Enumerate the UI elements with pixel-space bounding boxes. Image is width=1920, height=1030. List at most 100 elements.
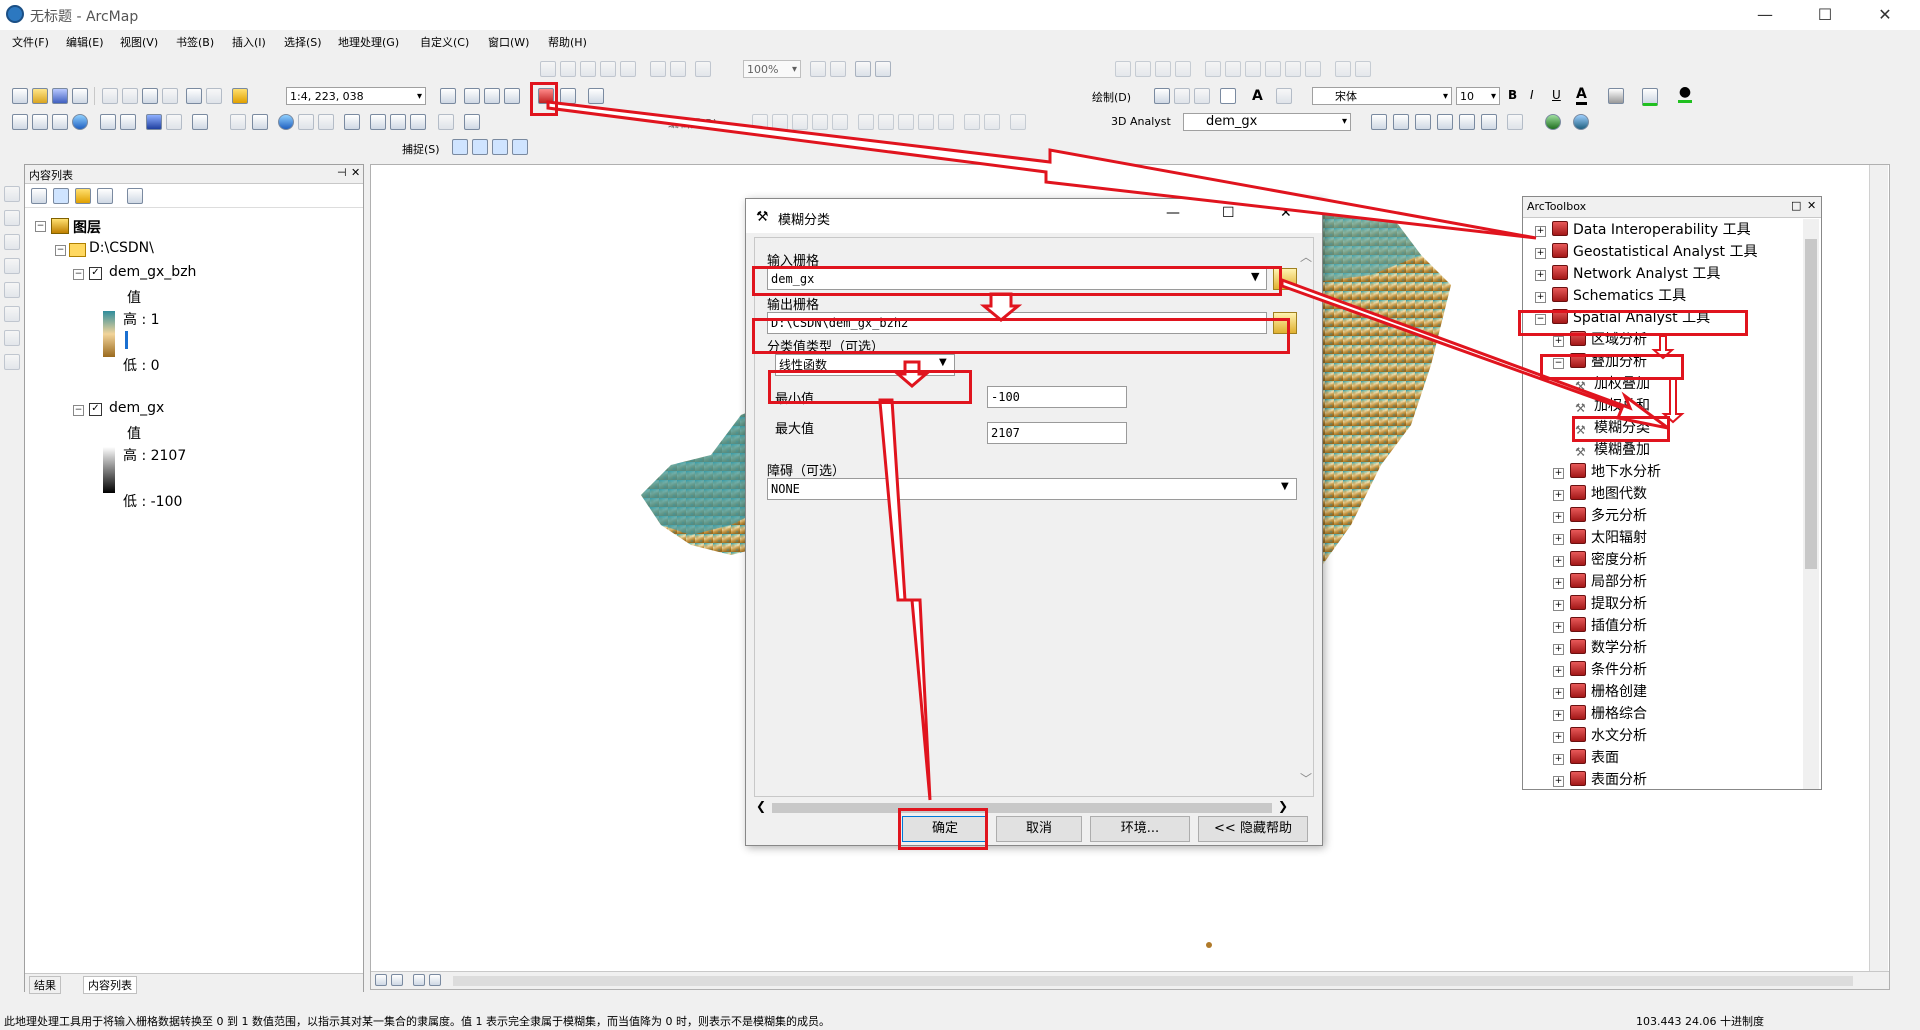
- undo-icon[interactable]: [186, 88, 202, 104]
- hedge-chevron-icon[interactable]: ▼: [1281, 481, 1289, 492]
- toolbox-item[interactable]: + Geostatistical Analyst 工具: [1535, 241, 1758, 263]
- expander-icon[interactable]: +: [1553, 490, 1564, 501]
- results-strip-icon[interactable]: [4, 282, 20, 298]
- expander-icon[interactable]: +: [1535, 226, 1546, 237]
- list-by-selection-icon[interactable]: [97, 188, 113, 204]
- expander-icon[interactable]: +: [1553, 622, 1564, 633]
- save-icon[interactable]: [52, 88, 68, 104]
- add-data-icon[interactable]: [232, 88, 248, 104]
- text-tool-icon[interactable]: A: [1252, 88, 1263, 104]
- zoom-out-layout-icon[interactable]: [560, 61, 576, 77]
- rectangle-icon[interactable]: [1220, 88, 1236, 104]
- fixed-zoom-out-icon[interactable]: [120, 114, 136, 130]
- copy-icon[interactable]: [122, 88, 138, 104]
- fill-color-icon[interactable]: [1608, 88, 1624, 104]
- model-builder-icon[interactable]: [588, 88, 604, 104]
- toolbox-item[interactable]: ⚒ 加权总和: [1575, 395, 1650, 417]
- membership-chevron-icon[interactable]: ▼: [939, 357, 947, 368]
- toolbox-item[interactable]: + 栅格创建: [1553, 681, 1647, 703]
- arctoolbox-float-icon[interactable]: □: [1791, 199, 1801, 212]
- paste-icon[interactable]: [142, 88, 158, 104]
- draw-menu[interactable]: 绘制(D): [1092, 89, 1131, 105]
- contour-icon[interactable]: [1371, 114, 1387, 130]
- pan-layout-icon[interactable]: [580, 61, 596, 77]
- zoom-in-layout-icon[interactable]: [540, 61, 556, 77]
- back-extent-icon[interactable]: [146, 114, 162, 130]
- map-scale-combo[interactable]: 1:4, 223, 038: [286, 87, 426, 106]
- layer2-name[interactable]: dem_gx: [109, 400, 164, 416]
- catalog-icon[interactable]: [484, 88, 500, 104]
- scroll-up-icon[interactable]: ︿: [1300, 248, 1312, 265]
- expander-icon[interactable]: +: [1553, 556, 1564, 567]
- fixed-zoom-in-icon[interactable]: [620, 61, 636, 77]
- table-icon[interactable]: [1285, 61, 1301, 77]
- dialog-close-button[interactable]: ✕: [1280, 205, 1292, 221]
- list-by-drawing-order-icon[interactable]: [31, 188, 47, 204]
- layer-strip-icon[interactable]: [4, 234, 20, 250]
- edit-annotation-icon[interactable]: [772, 114, 788, 130]
- select-elements-pointer-icon[interactable]: [252, 114, 268, 130]
- close-button[interactable]: ✕: [1862, 0, 1908, 30]
- toolbox-scrollbar[interactable]: [1803, 219, 1819, 789]
- toolbox-item[interactable]: + 地图代数: [1553, 483, 1647, 505]
- expander-icon[interactable]: +: [1553, 754, 1564, 765]
- expander-icon[interactable]: +: [1553, 732, 1564, 743]
- zoom-percent-combo[interactable]: 100%: [743, 60, 801, 79]
- expander-icon[interactable]: +: [1553, 644, 1564, 655]
- arcglobe-icon[interactable]: [1573, 114, 1589, 130]
- sketch-properties-icon[interactable]: [984, 114, 1000, 130]
- maximize-button[interactable]: ☐: [1802, 0, 1848, 30]
- create-features-icon[interactable]: [1010, 114, 1026, 130]
- layer2-expander[interactable]: −: [73, 405, 84, 416]
- forward-extent-layout-icon[interactable]: [695, 61, 711, 77]
- toolbox-item[interactable]: + 密度分析: [1553, 549, 1647, 571]
- forward-extent-icon[interactable]: [166, 114, 182, 130]
- zoom-to-selected-elements-icon[interactable]: [1194, 88, 1210, 104]
- scroll-left-icon[interactable]: ❮: [756, 799, 766, 813]
- toolbox-item[interactable]: + 地下水分析: [1553, 461, 1661, 483]
- folder-path-label[interactable]: D:\CSDN\: [89, 240, 154, 256]
- scroll-right-icon[interactable]: ❯: [1278, 799, 1288, 813]
- expander-icon[interactable]: +: [1553, 578, 1564, 589]
- layers-expander[interactable]: −: [35, 221, 46, 232]
- line-of-sight-icon[interactable]: [1415, 114, 1431, 130]
- expander-icon[interactable]: +: [1553, 534, 1564, 545]
- measure-icon[interactable]: [344, 114, 360, 130]
- hedge-select[interactable]: NONE: [767, 478, 1297, 500]
- menu-file[interactable]: 文件(F): [12, 34, 49, 50]
- python-strip-icon[interactable]: [4, 330, 20, 346]
- layer1-name[interactable]: dem_gx_bzh: [109, 264, 196, 280]
- fixed-zoom-in-icon[interactable]: [100, 114, 116, 130]
- toggle-draft-icon[interactable]: [810, 61, 826, 77]
- time-slider-icon[interactable]: [438, 114, 454, 130]
- italic-button[interactable]: I: [1530, 88, 1534, 102]
- editor-toolbar-icon[interactable]: [440, 88, 456, 104]
- update-georef-icon[interactable]: [1355, 61, 1371, 77]
- fixed-zoom-out-icon[interactable]: [650, 61, 666, 77]
- attributes-icon[interactable]: [964, 114, 980, 130]
- toolbox-item[interactable]: + 栅格综合: [1553, 703, 1647, 725]
- find-route-icon[interactable]: [390, 114, 406, 130]
- identify-icon[interactable]: [278, 114, 294, 130]
- profile-graph-icon[interactable]: [1481, 114, 1497, 130]
- interpolate-point-icon[interactable]: [1437, 114, 1453, 130]
- go-to-xy-icon[interactable]: [410, 114, 426, 130]
- arcscene-icon[interactable]: [1545, 114, 1561, 130]
- catalog-strip-icon[interactable]: [4, 186, 20, 202]
- interpolate-line-icon[interactable]: [1459, 114, 1475, 130]
- vertex-snapping-icon[interactable]: [492, 139, 508, 155]
- create-viewer-window-icon[interactable]: [464, 114, 480, 130]
- bold-button[interactable]: B: [1508, 88, 1517, 102]
- table-of-contents-icon[interactable]: [464, 88, 480, 104]
- straight-segment-icon[interactable]: [792, 114, 808, 130]
- rotate-icon[interactable]: [1115, 61, 1131, 77]
- line-color-icon[interactable]: [1642, 88, 1658, 106]
- tab-toc[interactable]: 内容列表: [83, 976, 137, 994]
- search-strip-icon[interactable]: [4, 210, 20, 226]
- underline-button[interactable]: U: [1552, 88, 1561, 102]
- minimize-button[interactable]: —: [1742, 0, 1788, 30]
- expander-icon[interactable]: +: [1553, 336, 1564, 347]
- delete-icon[interactable]: [162, 88, 178, 104]
- pan-icon[interactable]: [52, 114, 68, 130]
- expander-icon[interactable]: +: [1553, 776, 1564, 787]
